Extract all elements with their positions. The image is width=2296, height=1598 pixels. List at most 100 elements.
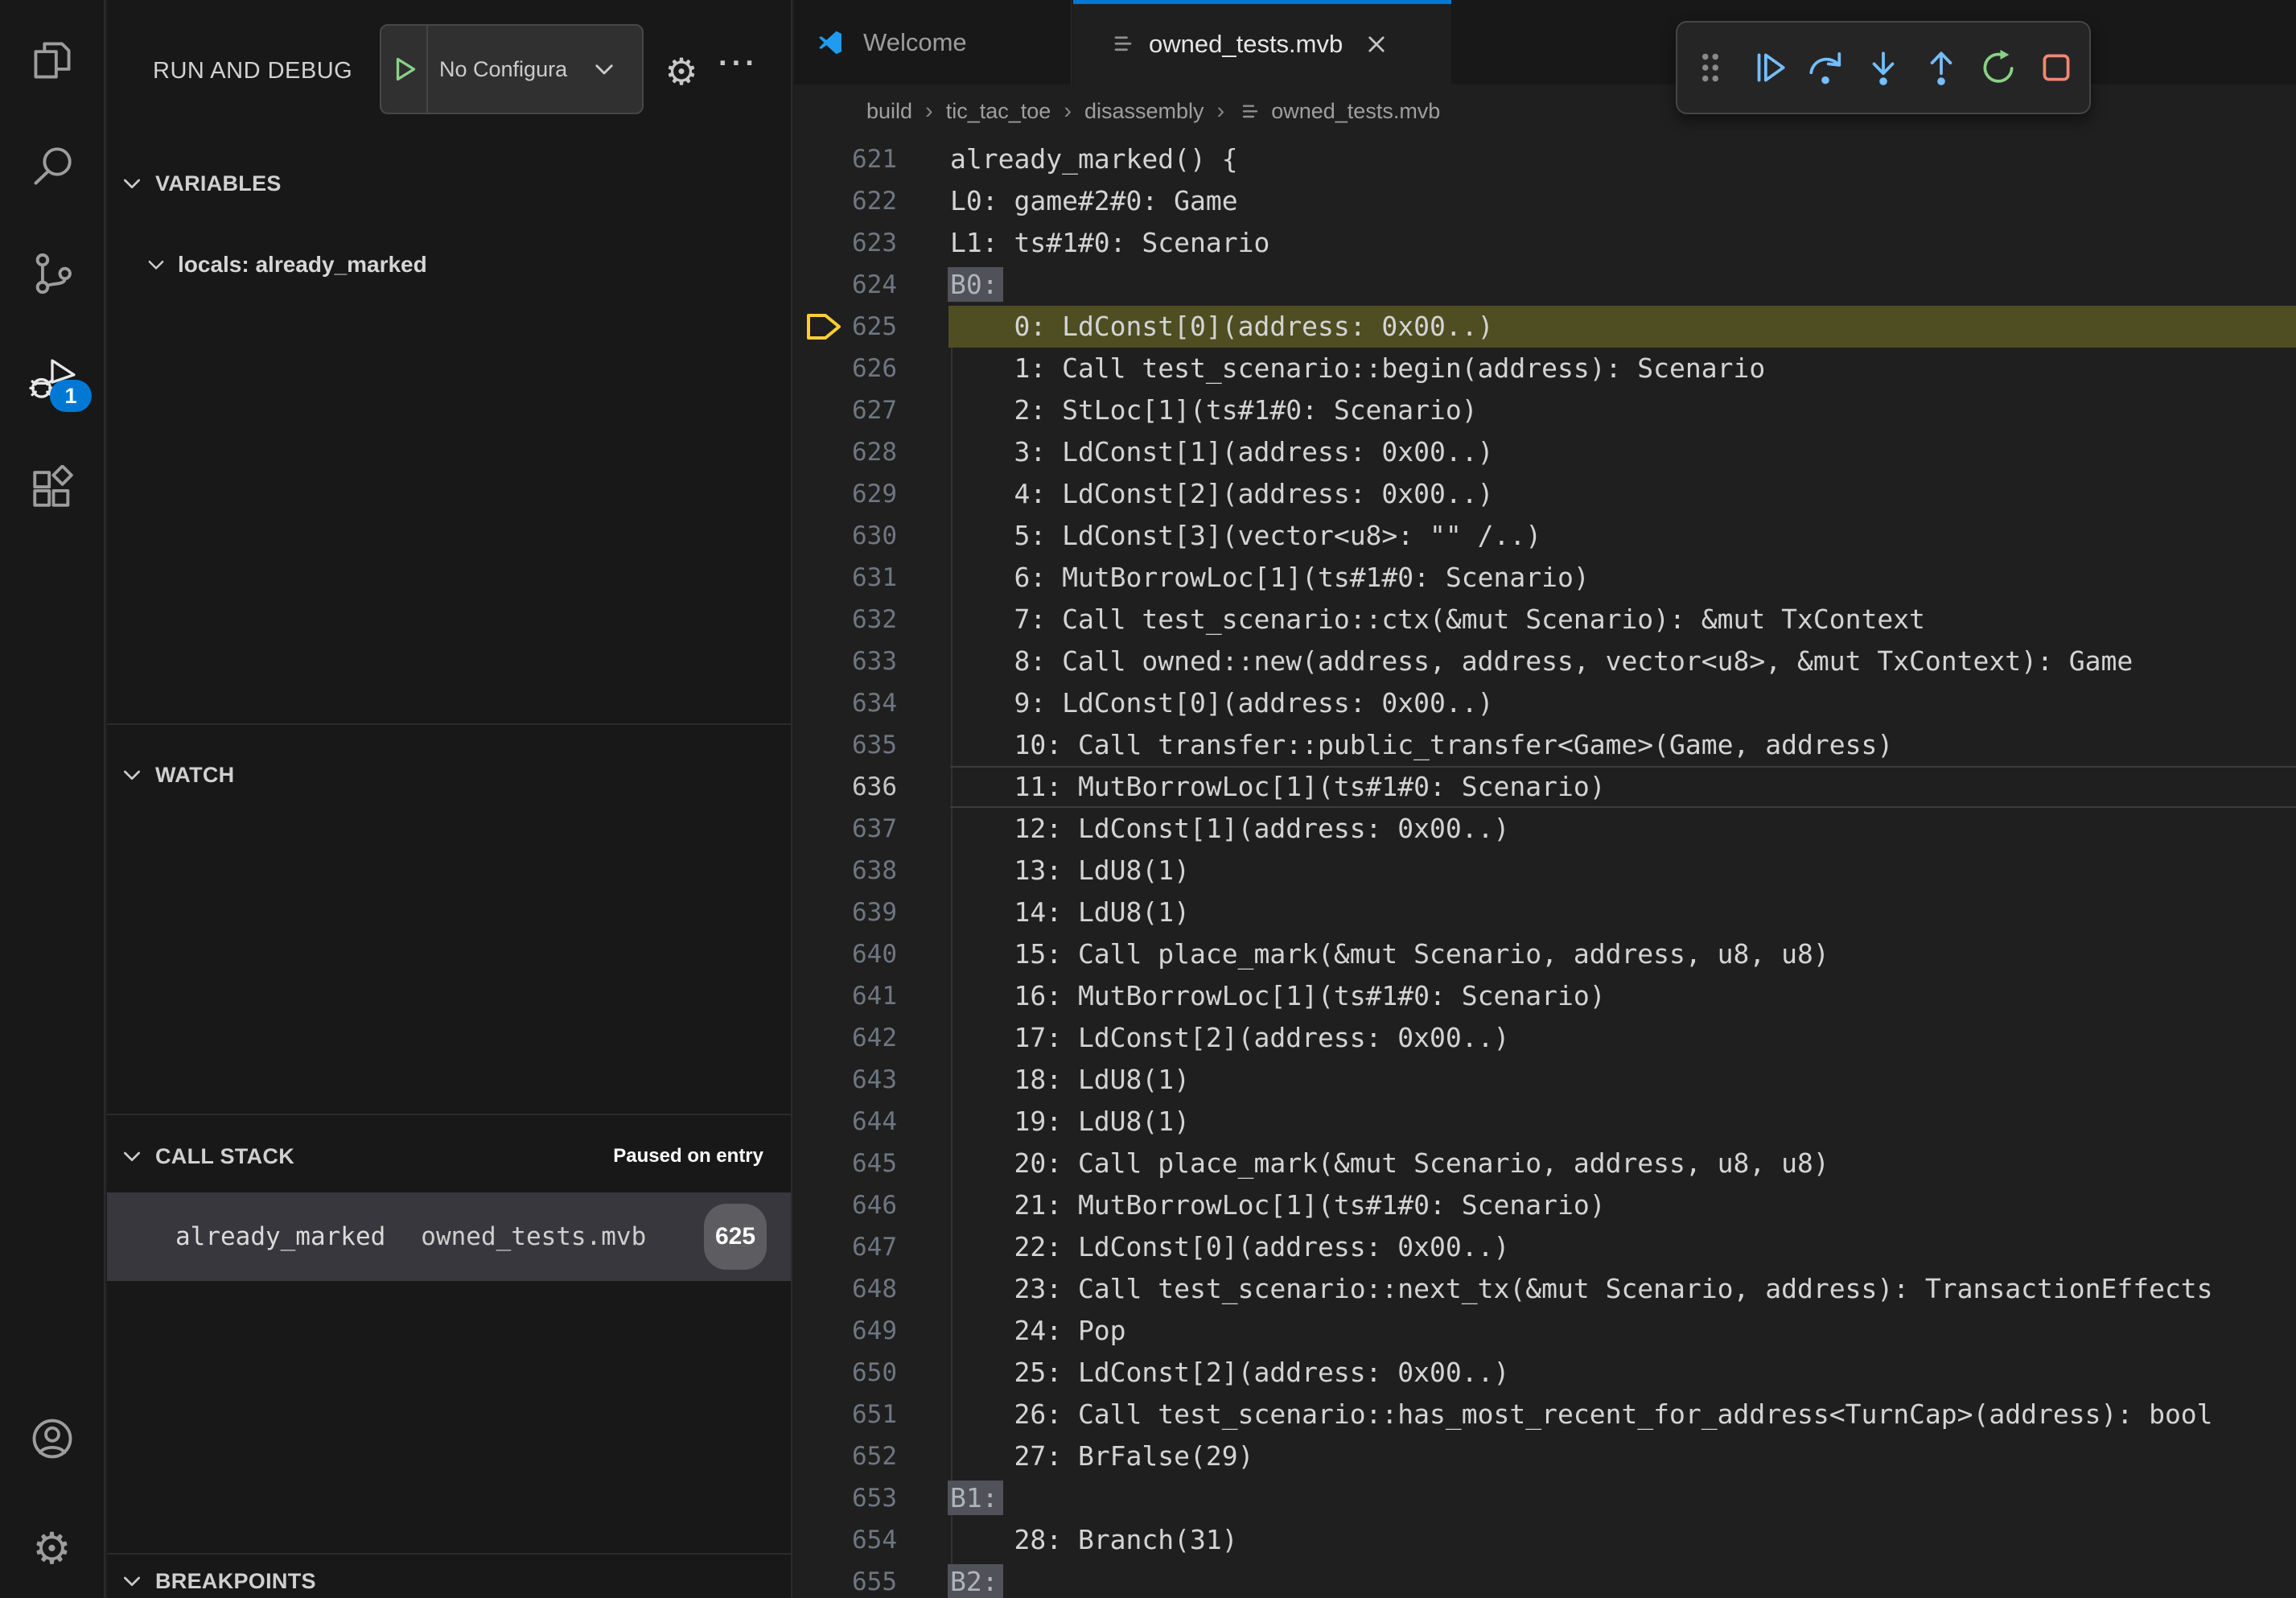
- breadcrumb-item[interactable]: build: [866, 99, 912, 124]
- line-number[interactable]: 624: [794, 264, 897, 306]
- tab-owned-tests[interactable]: owned_tests.mvb: [1073, 0, 1451, 84]
- code-line[interactable]: 647 22: LdConst[0](address: 0x00..): [794, 1226, 2296, 1268]
- code-line[interactable]: 622L0: game#2#0: Game: [794, 180, 2296, 222]
- breadcrumb-item[interactable]: disassembly: [1084, 99, 1204, 124]
- line-number[interactable]: 650: [794, 1352, 897, 1394]
- tab-welcome[interactable]: Welcome: [794, 0, 1072, 84]
- code-line[interactable]: 633 8: Call owned::new(address, address,…: [794, 640, 2296, 682]
- accounts-icon[interactable]: [29, 1415, 76, 1462]
- line-number[interactable]: 642: [794, 1017, 897, 1059]
- code-line[interactable]: 654 28: Branch(31): [794, 1519, 2296, 1561]
- code-line[interactable]: 645 20: Call place_mark(&mut Scenario, a…: [794, 1143, 2296, 1184]
- line-number[interactable]: 633: [794, 640, 897, 682]
- code-line[interactable]: 637 12: LdConst[1](address: 0x00..): [794, 808, 2296, 850]
- code-line[interactable]: 628 3: LdConst[1](address: 0x00..): [794, 431, 2296, 473]
- code-line[interactable]: 630 5: LdConst[3](vector<u8>: "" /..): [794, 515, 2296, 557]
- code-line[interactable]: 639 14: LdU8(1): [794, 892, 2296, 933]
- code-line[interactable]: 625 0: LdConst[0](address: 0x00..): [794, 306, 2296, 348]
- code-line[interactable]: 635 10: Call transfer::public_transfer<G…: [794, 724, 2296, 766]
- line-number[interactable]: 644: [794, 1101, 897, 1143]
- line-number[interactable]: 636: [794, 766, 897, 808]
- line-number[interactable]: 641: [794, 975, 897, 1017]
- call-stack-section-header[interactable]: CALL STACK Paused on entry: [107, 1135, 791, 1177]
- watch-section-header[interactable]: WATCH: [107, 754, 791, 796]
- call-stack-frame-row[interactable]: already_marked owned_tests.mvb 625: [107, 1192, 791, 1281]
- code-line[interactable]: 623L1: ts#1#0: Scenario: [794, 222, 2296, 264]
- line-number[interactable]: 626: [794, 348, 897, 389]
- line-number[interactable]: 637: [794, 808, 897, 850]
- code-line[interactable]: 624B0:: [794, 264, 2296, 306]
- code-line[interactable]: 641 16: MutBorrowLoc[1](ts#1#0: Scenario…: [794, 975, 2296, 1017]
- start-debugging-button[interactable]: [381, 26, 428, 113]
- close-icon[interactable]: [1362, 30, 1391, 59]
- line-number[interactable]: 630: [794, 515, 897, 557]
- line-number[interactable]: 629: [794, 473, 897, 515]
- code-line[interactable]: 655B2:: [794, 1561, 2296, 1598]
- settings-gear-icon[interactable]: ⚙: [29, 1526, 76, 1572]
- code-line[interactable]: 640 15: Call place_mark(&mut Scenario, a…: [794, 933, 2296, 975]
- code-line[interactable]: 634 9: LdConst[0](address: 0x00..): [794, 682, 2296, 724]
- code-line[interactable]: 626 1: Call test_scenario::begin(address…: [794, 348, 2296, 389]
- breadcrumb-item[interactable]: tic_tac_toe: [946, 99, 1051, 124]
- line-number[interactable]: 627: [794, 389, 897, 431]
- code-line[interactable]: 651 26: Call test_scenario::has_most_rec…: [794, 1394, 2296, 1435]
- line-number[interactable]: 655: [794, 1561, 897, 1598]
- step-into-icon[interactable]: [1863, 47, 1903, 88]
- code-line[interactable]: 642 17: LdConst[2](address: 0x00..): [794, 1017, 2296, 1059]
- line-number[interactable]: 635: [794, 724, 897, 766]
- line-number[interactable]: 647: [794, 1226, 897, 1268]
- breakpoints-section-header[interactable]: BREAKPOINTS: [107, 1560, 791, 1598]
- line-number[interactable]: 622: [794, 180, 897, 222]
- line-number[interactable]: 621: [794, 138, 897, 180]
- line-number[interactable]: 638: [794, 850, 897, 892]
- line-number[interactable]: 643: [794, 1059, 897, 1101]
- variables-section-header[interactable]: VARIABLES: [107, 163, 791, 204]
- code-line[interactable]: 643 18: LdU8(1): [794, 1059, 2296, 1101]
- launch-configuration-dropdown[interactable]: No Configura: [380, 24, 644, 114]
- code-line[interactable]: 621already_marked() {: [794, 138, 2296, 180]
- step-over-icon[interactable]: [1805, 47, 1845, 88]
- restart-icon[interactable]: [1978, 47, 2018, 88]
- code-line[interactable]: 652 27: BrFalse(29): [794, 1435, 2296, 1477]
- line-number[interactable]: 632: [794, 599, 897, 640]
- code-line[interactable]: 646 21: MutBorrowLoc[1](ts#1#0: Scenario…: [794, 1184, 2296, 1226]
- source-control-icon[interactable]: [29, 250, 76, 297]
- line-number[interactable]: 623: [794, 222, 897, 264]
- line-number[interactable]: 652: [794, 1435, 897, 1477]
- extensions-icon[interactable]: [29, 465, 76, 512]
- breadcrumb-item[interactable]: owned_tests.mvb: [1271, 99, 1440, 124]
- line-number[interactable]: 649: [794, 1310, 897, 1352]
- line-number[interactable]: 646: [794, 1184, 897, 1226]
- code-line[interactable]: 632 7: Call test_scenario::ctx(&mut Scen…: [794, 599, 2296, 640]
- line-number[interactable]: 639: [794, 892, 897, 933]
- line-number[interactable]: 634: [794, 682, 897, 724]
- variables-scope-locals[interactable]: locals: already_marked: [107, 245, 791, 285]
- line-number[interactable]: 628: [794, 431, 897, 473]
- code-line[interactable]: 648 23: Call test_scenario::next_tx(&mut…: [794, 1268, 2296, 1310]
- line-number[interactable]: 640: [794, 933, 897, 975]
- code-editor[interactable]: 621already_marked() {622L0: game#2#0: Ga…: [794, 138, 2296, 1598]
- code-line[interactable]: 627 2: StLoc[1](ts#1#0: Scenario): [794, 389, 2296, 431]
- step-out-icon[interactable]: [1921, 47, 1961, 88]
- search-icon[interactable]: [29, 143, 76, 190]
- more-actions-icon[interactable]: ···: [718, 47, 759, 81]
- continue-icon[interactable]: [1748, 47, 1788, 88]
- debug-settings-gear-icon[interactable]: ⚙: [660, 48, 702, 95]
- line-number[interactable]: 645: [794, 1143, 897, 1184]
- code-line[interactable]: 638 13: LdU8(1): [794, 850, 2296, 892]
- stop-icon[interactable]: [2036, 47, 2076, 88]
- code-line[interactable]: 653B1:: [794, 1477, 2296, 1519]
- line-number[interactable]: 631: [794, 557, 897, 599]
- code-line[interactable]: 644 19: LdU8(1): [794, 1101, 2296, 1143]
- code-line[interactable]: 629 4: LdConst[2](address: 0x00..): [794, 473, 2296, 515]
- line-number[interactable]: 648: [794, 1268, 897, 1310]
- code-line[interactable]: 650 25: LdConst[2](address: 0x00..): [794, 1352, 2296, 1394]
- code-line[interactable]: 631 6: MutBorrowLoc[1](ts#1#0: Scenario): [794, 557, 2296, 599]
- line-number[interactable]: 653: [794, 1477, 897, 1519]
- toolbar-drag-grip[interactable]: [1690, 47, 1730, 88]
- line-number[interactable]: 654: [794, 1519, 897, 1561]
- explorer-icon[interactable]: [29, 37, 76, 84]
- code-line[interactable]: 636 11: MutBorrowLoc[1](ts#1#0: Scenario…: [794, 766, 2296, 808]
- line-number[interactable]: 651: [794, 1394, 897, 1435]
- code-line[interactable]: 649 24: Pop: [794, 1310, 2296, 1352]
